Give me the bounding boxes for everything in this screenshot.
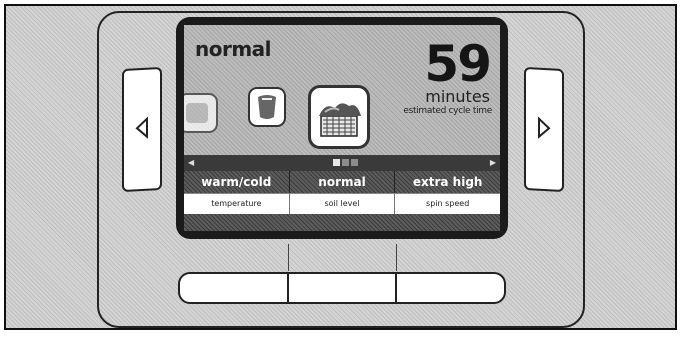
cycle-time-value: 59 [424, 35, 492, 93]
temperature-value[interactable]: warm/cold [184, 171, 290, 193]
divider [288, 244, 289, 271]
lcd-screen: normal 59 minutes estimated cycle time ◀… [176, 17, 508, 239]
soil-level-label: soil level [290, 194, 396, 214]
spin-speed-value[interactable]: extra high [395, 171, 500, 193]
display-footer [184, 214, 500, 231]
display-area: normal 59 minutes estimated cycle time ◀… [184, 25, 500, 231]
previous-cycle-button[interactable] [122, 66, 162, 193]
cycle-icon[interactable] [184, 93, 218, 133]
temperature-button[interactable] [180, 274, 289, 302]
soft-button-bar [178, 272, 506, 304]
page-dot [351, 159, 358, 166]
strip-right-arrow-icon: ▶ [489, 158, 496, 167]
page-dot [342, 159, 349, 166]
settings-labels-row: temperature soil level spin speed [184, 193, 500, 214]
laundry-basket-icon[interactable] [308, 85, 370, 149]
soil-level-button[interactable] [289, 274, 398, 302]
spin-speed-button[interactable] [397, 274, 504, 302]
page-dot [333, 159, 340, 166]
page-indicator-bar: ◀ ▶ [184, 155, 500, 171]
divider [396, 244, 397, 271]
temperature-label: temperature [184, 194, 290, 214]
spin-speed-label: spin speed [426, 199, 470, 208]
cycle-name: normal [195, 37, 272, 61]
cycle-time-caption: estimated cycle time [403, 106, 492, 116]
settings-values-row: warm/cold normal extra high [184, 171, 500, 193]
cycle-header: normal 59 minutes estimated cycle time [184, 25, 500, 155]
page-dots [333, 159, 358, 166]
cycle-time-unit: minutes [425, 87, 490, 106]
strip-left-arrow-icon: ◀ [188, 158, 195, 167]
triangle-left-icon [135, 115, 149, 143]
soil-level-value[interactable]: normal [290, 171, 396, 193]
next-cycle-button[interactable] [524, 66, 564, 193]
cycle-icon[interactable] [248, 87, 286, 127]
triangle-right-icon [537, 115, 551, 143]
